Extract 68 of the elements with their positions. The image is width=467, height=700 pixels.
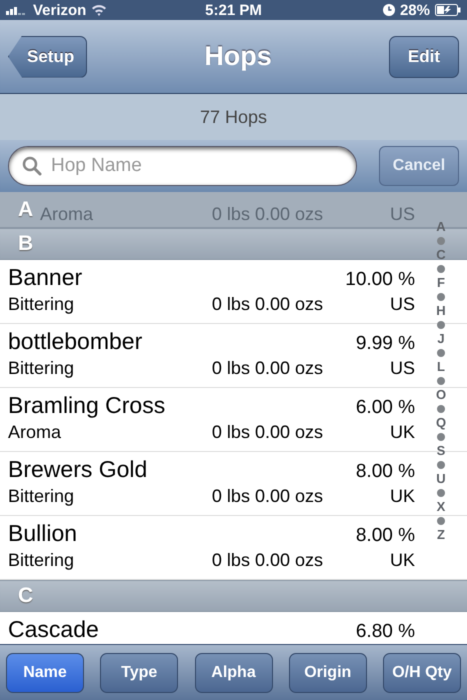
- hop-type: Aroma: [8, 422, 62, 443]
- index-dot-icon: [437, 489, 445, 497]
- alpha-percent: 9.99 %: [356, 333, 415, 355]
- sort-button[interactable]: Alpha: [194, 652, 272, 692]
- hop-type: Bittering: [8, 358, 76, 379]
- hop-quantity: 0 lbs 0.00 ozs: [210, 486, 324, 507]
- index-dot-icon: [437, 321, 445, 329]
- index-letter[interactable]: Q: [436, 416, 446, 430]
- index-dot-icon: [437, 433, 445, 441]
- index-letter[interactable]: L: [437, 360, 445, 374]
- hop-origin: US: [388, 204, 415, 225]
- hop-origin: US: [388, 358, 415, 379]
- hop-origin: UK: [388, 486, 415, 507]
- hop-origin: UK: [388, 422, 415, 443]
- wifi-icon: [91, 4, 108, 16]
- carrier-name: Verizon: [33, 2, 86, 18]
- back-button[interactable]: Setup: [8, 36, 88, 78]
- hop-quantity: 0 lbs 0.00 ozs: [210, 294, 324, 315]
- hop-type: Bittering: [8, 294, 76, 315]
- index-letter[interactable]: F: [437, 276, 445, 290]
- hop-origin: US: [388, 294, 415, 315]
- index-letter[interactable]: Z: [437, 528, 445, 542]
- sort-button[interactable]: O/H Qty: [383, 652, 461, 692]
- index-letter[interactable]: X: [436, 500, 446, 514]
- clock-time: 5:21 PM: [205, 2, 262, 18]
- index-dot-icon: [437, 461, 445, 469]
- section-header: C: [0, 580, 467, 612]
- index-letter[interactable]: H: [436, 304, 446, 318]
- alpha-percent: 10.00 %: [345, 269, 415, 291]
- hop-origin: UK: [388, 550, 415, 571]
- battery-percent: 28%: [400, 2, 430, 18]
- hop-quantity: 0 lbs 0.00 ozs: [210, 550, 324, 571]
- hop-quantity: 0 lbs 0.00 ozs: [210, 358, 324, 379]
- hop-type: Aroma: [40, 204, 94, 225]
- index-letter[interactable]: J: [437, 332, 445, 346]
- battery-icon: [434, 4, 461, 16]
- hop-name: bottlebomber: [8, 328, 144, 355]
- edit-button[interactable]: Edit: [388, 36, 459, 78]
- screen-title: Hops: [204, 41, 272, 72]
- hop-name: Cascade: [8, 616, 100, 643]
- hop-name: Bramling Cross: [8, 392, 166, 419]
- hop-name: Bullion: [8, 520, 78, 547]
- alpha-percent: 8.00 %: [356, 461, 415, 483]
- index-dot-icon: [437, 293, 445, 301]
- index-letter[interactable]: U: [436, 472, 446, 486]
- index-dot-icon: [437, 377, 445, 385]
- hop-count: 77 Hops: [200, 106, 268, 128]
- hop-name: Banner: [8, 264, 84, 291]
- index-dot-icon: [437, 405, 445, 413]
- hop-quantity: 0 lbs 0.00 ozs: [210, 204, 324, 225]
- index-dot-icon: [437, 517, 445, 525]
- hop-quantity: 0 lbs 0.00 ozs: [210, 422, 324, 443]
- alpha-percent: 6.80 %: [356, 621, 415, 643]
- alpha-percent: 6.00 %: [356, 397, 415, 419]
- search-icon: [22, 156, 42, 176]
- clock-icon: [382, 4, 395, 16]
- sort-button[interactable]: Name: [6, 652, 84, 692]
- hop-name: Brewers Gold: [8, 456, 148, 483]
- sort-button[interactable]: Type: [100, 652, 178, 692]
- hop-type: Bittering: [8, 550, 76, 571]
- index-dot-icon: [437, 349, 445, 357]
- hop-type: Bittering: [8, 486, 76, 507]
- index-letter[interactable]: O: [436, 388, 446, 402]
- index-dot-icon: [437, 265, 445, 273]
- alpha-percent: 8.00 %: [356, 525, 415, 547]
- sort-button[interactable]: Origin: [288, 652, 367, 692]
- search-field[interactable]: Hop Name: [8, 146, 357, 186]
- signal-icon: [6, 5, 28, 15]
